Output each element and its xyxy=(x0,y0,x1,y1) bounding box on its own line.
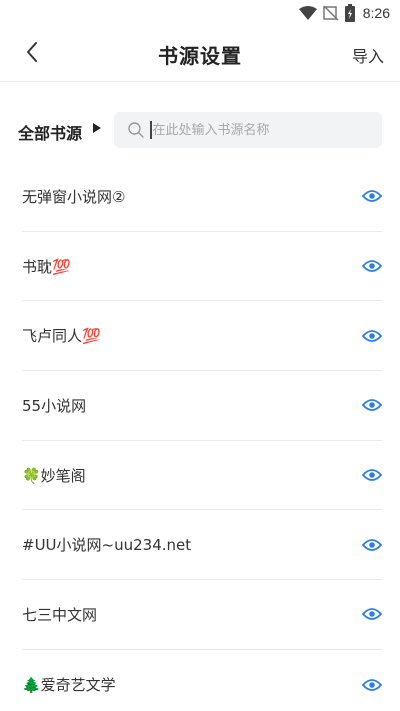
list-item[interactable]: 飞卢同人💯 xyxy=(22,301,382,372)
search-box[interactable] xyxy=(114,112,382,148)
source-name: 🌲爱奇艺文学 xyxy=(22,676,116,695)
eye-icon[interactable] xyxy=(362,189,382,203)
list-item[interactable]: 🍀妙笔阁 xyxy=(22,441,382,511)
source-name: 🍀妙笔阁 xyxy=(22,466,86,485)
list-item[interactable]: #UU小说网~uu234.net xyxy=(22,510,382,581)
source-name: 飞卢同人💯 xyxy=(22,327,101,346)
eye-icon[interactable] xyxy=(362,398,382,412)
source-name: 书耽💯 xyxy=(22,257,71,276)
list-item[interactable]: 🌲爱奇艺文学 xyxy=(22,650,382,711)
wifi-icon xyxy=(298,6,317,20)
eye-icon[interactable] xyxy=(362,468,382,482)
source-name: 七三中文网 xyxy=(22,605,98,624)
search-icon xyxy=(128,122,144,138)
list-item[interactable]: 书耽💯 xyxy=(22,232,382,302)
triangle-right-icon xyxy=(93,123,101,133)
list-item[interactable]: 七三中文网 xyxy=(22,580,382,650)
source-name: 55小说网 xyxy=(22,396,87,415)
page-title: 书源设置 xyxy=(158,44,242,68)
source-name: #UU小说网~uu234.net xyxy=(22,536,192,555)
eye-icon[interactable] xyxy=(362,678,382,692)
filter-label: 全部书源 xyxy=(18,124,83,143)
list-item[interactable]: 无弹窗小说网② xyxy=(22,162,382,232)
list-item[interactable]: 55小说网 xyxy=(22,371,382,441)
source-name: 无弹窗小说网② xyxy=(22,187,126,206)
eye-icon[interactable] xyxy=(362,538,382,552)
eye-icon[interactable] xyxy=(362,329,382,343)
filter-row: 全部书源 xyxy=(0,112,400,148)
import-button[interactable]: 导入 xyxy=(352,43,384,67)
status-icons: 8:26 xyxy=(298,4,390,22)
search-input[interactable] xyxy=(152,122,363,138)
battery-charging-icon xyxy=(344,4,355,22)
source-list: 无弹窗小说网② 书耽💯 飞卢同人💯 55小说网 🍀妙笔阁 #UU小说网~uu23… xyxy=(0,162,400,711)
signal-off-icon xyxy=(323,5,339,21)
eye-icon[interactable] xyxy=(362,259,382,273)
eye-icon[interactable] xyxy=(362,607,382,621)
app-bar: 书源设置 导入 xyxy=(0,26,400,82)
status-bar: 8:26 xyxy=(0,0,400,26)
text-cursor xyxy=(150,121,152,139)
status-time: 8:26 xyxy=(362,5,390,21)
